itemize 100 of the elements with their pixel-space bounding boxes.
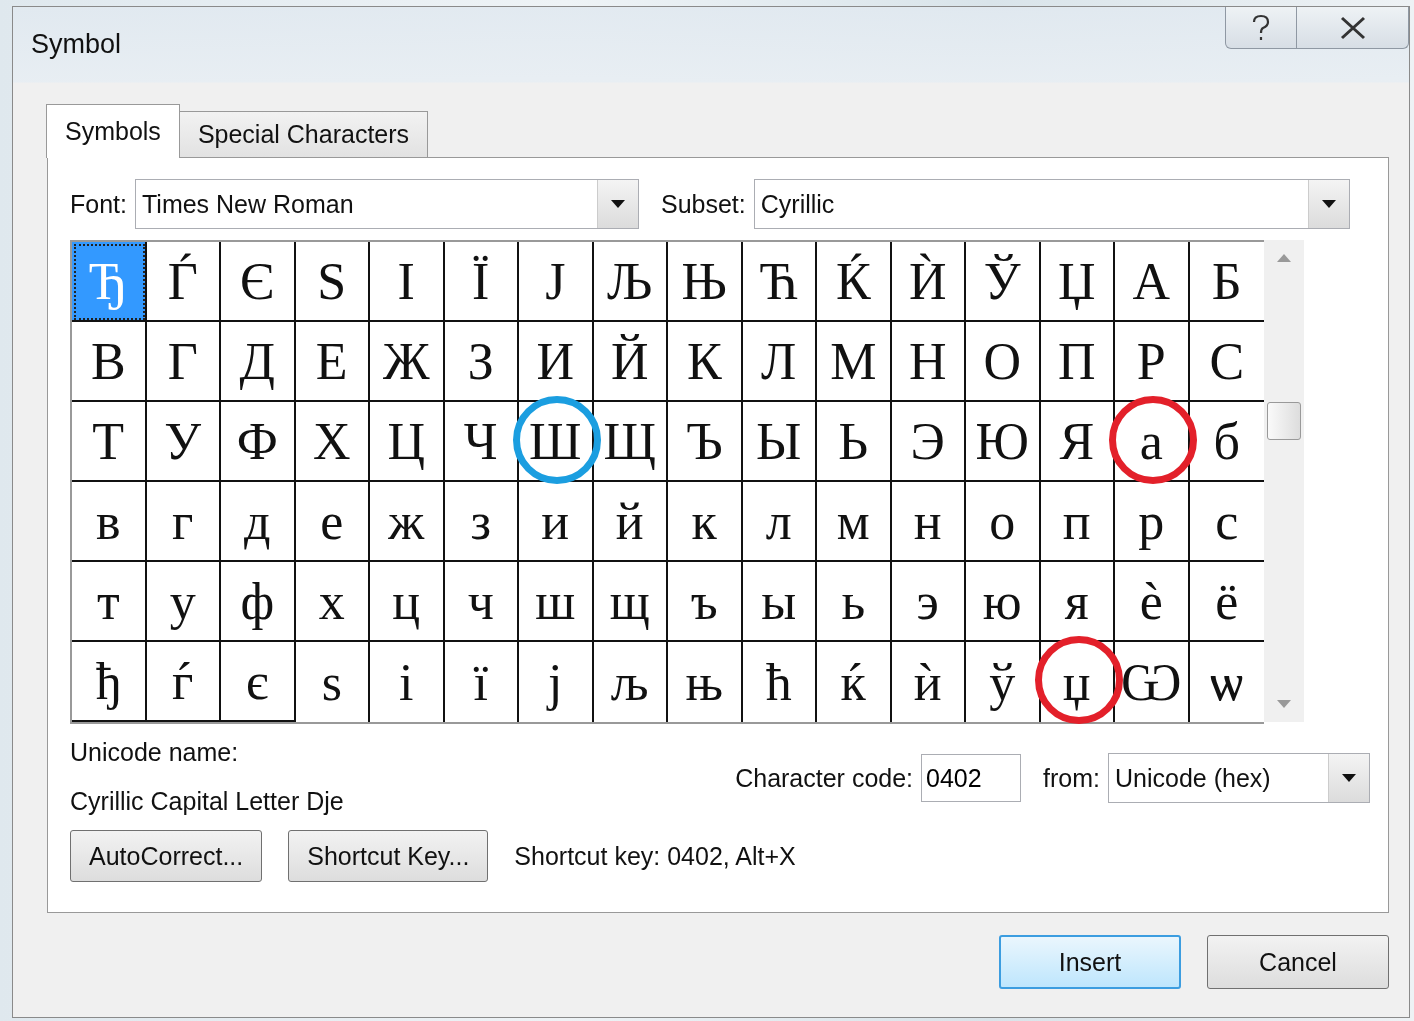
symbol-cell[interactable]: а <box>1115 402 1190 482</box>
symbol-cell[interactable]: ў <box>966 642 1041 722</box>
tab[interactable]: Symbols <box>46 104 180 158</box>
symbol-cell[interactable]: Ѡ <box>1115 642 1190 722</box>
symbol-cell[interactable]: м <box>817 482 892 562</box>
symbol-cell[interactable]: т <box>72 562 147 642</box>
symbol-cell[interactable]: ќ <box>817 642 892 722</box>
symbol-cell[interactable]: И <box>519 322 594 402</box>
symbol-cell[interactable]: з <box>444 482 519 562</box>
symbol-cell[interactable]: Ч <box>444 402 519 482</box>
symbol-cell[interactable]: Ж <box>370 322 445 402</box>
symbol-cell[interactable]: ѝ <box>891 642 966 722</box>
symbol-cell[interactable]: К <box>668 322 743 402</box>
symbol-cell[interactable]: ѕ <box>295 642 370 722</box>
symbol-cell[interactable]: р <box>1115 482 1190 562</box>
symbol-cell[interactable]: Ы <box>742 402 817 482</box>
symbol-cell[interactable]: ы <box>742 562 817 642</box>
symbol-cell[interactable]: Є <box>221 242 296 322</box>
subset-dropdown[interactable]: Cyrillic <box>753 179 1350 229</box>
symbol-cell[interactable]: Њ <box>668 242 743 322</box>
symbol-cell[interactable]: ј <box>519 642 594 722</box>
symbol-cell[interactable]: е <box>295 482 370 562</box>
dialog-button[interactable]: Insert <box>999 935 1181 989</box>
symbol-cell[interactable]: Ѝ <box>891 242 966 322</box>
symbol-cell[interactable]: Љ <box>593 242 668 322</box>
symbol-cell[interactable]: ж <box>370 482 445 562</box>
symbol-cell[interactable]: ч <box>444 562 519 642</box>
help-button[interactable] <box>1225 7 1297 49</box>
symbol-cell[interactable]: г <box>146 482 221 562</box>
symbol-cell[interactable]: Е <box>295 322 370 402</box>
symbol-cell[interactable]: Ї <box>444 242 519 322</box>
dialog-button[interactable]: AutoCorrect... <box>70 830 263 882</box>
symbol-cell[interactable]: Д <box>221 322 296 402</box>
symbol-cell[interactable]: М <box>817 322 892 402</box>
symbol-cell[interactable]: џ <box>1040 642 1115 722</box>
symbol-cell[interactable]: Ъ <box>668 402 743 482</box>
symbol-cell[interactable]: в <box>72 482 147 562</box>
symbol-cell[interactable]: і <box>370 642 445 722</box>
symbol-cell[interactable]: њ <box>668 642 743 722</box>
font-dropdown[interactable]: Times New Roman <box>135 179 639 229</box>
symbol-cell[interactable]: щ <box>593 562 668 642</box>
symbol-cell[interactable]: Ѓ <box>146 242 221 322</box>
symbol-cell[interactable]: д <box>221 482 296 562</box>
symbol-cell[interactable]: Р <box>1115 322 1190 402</box>
symbol-cell[interactable]: ї <box>444 642 519 722</box>
symbol-cell[interactable]: н <box>891 482 966 562</box>
symbol-cell[interactable]: є <box>221 642 296 722</box>
symbol-cell[interactable]: Г <box>146 322 221 402</box>
symbol-cell[interactable]: Ц <box>370 402 445 482</box>
symbol-cell[interactable]: Х <box>295 402 370 482</box>
scroll-thumb[interactable] <box>1267 402 1301 440</box>
symbol-cell[interactable]: О <box>966 322 1041 402</box>
from-dropdown[interactable]: Unicode (hex) <box>1108 753 1370 803</box>
dialog-button[interactable]: Cancel <box>1207 935 1389 989</box>
symbol-cell[interactable]: Я <box>1040 402 1115 482</box>
close-button[interactable] <box>1297 7 1409 49</box>
symbol-cell[interactable]: љ <box>593 642 668 722</box>
symbol-cell[interactable]: ю <box>966 562 1041 642</box>
symbol-cell[interactable]: Ь <box>817 402 892 482</box>
symbol-cell[interactable]: В <box>72 322 147 402</box>
symbol-cell[interactable]: ѡ <box>1189 642 1264 722</box>
symbol-cell[interactable]: Й <box>593 322 668 402</box>
symbol-cell[interactable]: Ў <box>966 242 1041 322</box>
symbol-cell[interactable]: о <box>966 482 1041 562</box>
symbol-cell[interactable]: Ю <box>966 402 1041 482</box>
symbol-cell[interactable]: Ќ <box>817 242 892 322</box>
symbol-cell[interactable]: ш <box>519 562 594 642</box>
symbol-cell[interactable]: х <box>295 562 370 642</box>
symbol-cell[interactable]: Л <box>742 322 817 402</box>
symbol-cell[interactable]: я <box>1040 562 1115 642</box>
symbol-cell[interactable]: п <box>1040 482 1115 562</box>
scroll-up-icon[interactable] <box>1277 254 1291 262</box>
symbol-cell[interactable]: ф <box>221 562 296 642</box>
symbol-cell[interactable]: ц <box>370 562 445 642</box>
symbol-cell[interactable]: Ћ <box>742 242 817 322</box>
character-code-field[interactable]: 0402 <box>921 754 1022 802</box>
scrollbar[interactable] <box>1264 240 1304 722</box>
symbol-cell[interactable]: к <box>668 482 743 562</box>
dialog-button[interactable]: Shortcut Key... <box>288 830 489 882</box>
symbol-cell[interactable]: ѓ <box>146 642 221 722</box>
symbol-cell[interactable]: І <box>370 242 445 322</box>
symbol-cell[interactable]: Щ <box>593 402 668 482</box>
tab[interactable]: Special Characters <box>178 111 429 157</box>
symbol-cell[interactable]: Ѕ <box>295 242 370 322</box>
symbol-cell[interactable]: Џ <box>1040 242 1115 322</box>
symbol-cell[interactable]: ѐ <box>1115 562 1190 642</box>
symbol-cell[interactable]: и <box>519 482 594 562</box>
symbol-cell[interactable]: ь <box>817 562 892 642</box>
symbol-cell[interactable]: З <box>444 322 519 402</box>
symbol-cell[interactable]: у <box>146 562 221 642</box>
symbol-cell[interactable]: ъ <box>668 562 743 642</box>
symbol-cell[interactable]: Ф <box>221 402 296 482</box>
symbol-cell[interactable]: ђ <box>72 642 147 722</box>
symbol-cell[interactable]: Ј <box>519 242 594 322</box>
symbol-cell[interactable]: й <box>593 482 668 562</box>
symbol-cell[interactable]: ћ <box>742 642 817 722</box>
scroll-down-icon[interactable] <box>1277 700 1291 708</box>
symbol-cell[interactable]: Э <box>891 402 966 482</box>
symbol-cell[interactable]: А <box>1115 242 1190 322</box>
symbol-cell[interactable]: Н <box>891 322 966 402</box>
